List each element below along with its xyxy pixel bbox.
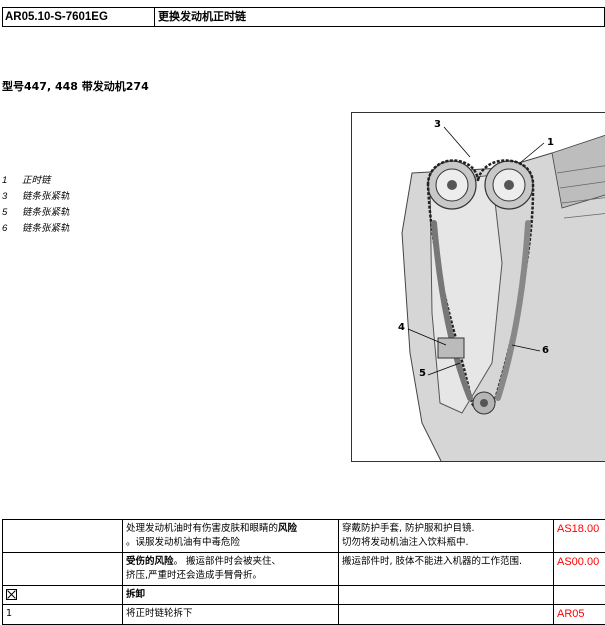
legend-item: 5 链条张紧轨: [2, 205, 70, 221]
measure-text: 搬运部件时, 肢体不能进入机器的工作范围.: [342, 556, 522, 567]
table-row: 拆卸: [3, 586, 605, 605]
reference-link[interactable]: AS00.00: [557, 556, 599, 568]
hazard-text: 。误服发动机油有中毒危险: [126, 537, 240, 548]
row-icon-cell: [3, 553, 123, 586]
document-code: AR05.10-S-7601EG: [3, 8, 155, 26]
callout-label: 1: [547, 137, 554, 148]
measure-text: 切勿将发动机油注入饮料瓶中.: [342, 537, 469, 548]
empty-cell: [339, 605, 554, 625]
legend-number: 6: [2, 221, 22, 237]
section-icon-cell: [3, 586, 123, 605]
legend-label: 正时链: [22, 173, 51, 189]
reference-cell: AS00.00: [554, 553, 605, 586]
reference-link[interactable]: AS18.00: [557, 523, 599, 535]
document-title: 更换发动机正时链: [155, 8, 246, 26]
figure-legend: 1 正时链 3 链条张紧轨 5 链条张紧轨 6 链条张紧轨: [2, 173, 70, 237]
model-line: 型号447, 448 带发动机274: [2, 78, 149, 94]
hazard-risk-word: 受伤的风险: [126, 556, 174, 567]
hazard-cell: 受伤的风险。 搬运部件时会被夹住、 挤压,严重时还会造成手臂骨折。: [123, 553, 339, 586]
legend-item: 6 链条张紧轨: [2, 221, 70, 237]
hazard-risk-word: 风险: [278, 523, 297, 534]
callout-label: 5: [419, 368, 426, 379]
hazard-text: 。 搬运部件时会被夹住、: [174, 556, 282, 567]
legend-label: 链条张紧轨: [22, 189, 70, 205]
step-text: 将正时链轮拆下: [123, 605, 339, 625]
reference-link[interactable]: AR05: [557, 608, 585, 620]
hazard-cell: 处理发动机油时有伤害皮肤和眼睛的风险 。误服发动机油有中毒危险: [123, 520, 339, 553]
reference-cell: AR05: [554, 605, 605, 625]
table-row: 1 将正时链轮拆下 AR05: [3, 605, 605, 625]
empty-cell: [339, 586, 554, 605]
measure-text: 穿戴防护手套, 防护服和护目镜.: [342, 523, 475, 534]
callout-label: 3: [434, 119, 441, 130]
legend-label: 链条张紧轨: [22, 205, 70, 221]
reference-cell: AS18.00: [554, 520, 605, 553]
legend-label: 链条张紧轨: [22, 221, 70, 237]
legend-item: 3 链条张紧轨: [2, 189, 70, 205]
table-row: 处理发动机油时有伤害皮肤和眼睛的风险 。误服发动机油有中毒危险 穿戴防护手套, …: [3, 520, 605, 553]
section-label: 拆卸: [123, 586, 339, 605]
hazard-text: 挤压,严重时还会造成手臂骨折。: [126, 570, 262, 581]
remove-icon: [6, 589, 17, 600]
engine-illustration: [352, 113, 605, 462]
hazard-text: 处理发动机油时有伤害皮肤和眼睛的: [126, 523, 278, 534]
legend-number: 5: [2, 205, 22, 221]
table-row: 受伤的风险。 搬运部件时会被夹住、 挤压,严重时还会造成手臂骨折。 搬运部件时,…: [3, 553, 605, 586]
callout-label: 4: [398, 322, 405, 333]
legend-number: 1: [2, 173, 22, 189]
document-header: AR05.10-S-7601EG 更换发动机正时链: [2, 7, 605, 27]
empty-cell: [554, 586, 605, 605]
callout-label: 6: [542, 345, 549, 356]
measure-cell: 穿戴防护手套, 防护服和护目镜. 切勿将发动机油注入饮料瓶中.: [339, 520, 554, 553]
row-icon-cell: [3, 520, 123, 553]
measure-cell: 搬运部件时, 肢体不能进入机器的工作范围.: [339, 553, 554, 586]
legend-item: 1 正时链: [2, 173, 70, 189]
step-number: 1: [3, 605, 123, 625]
engine-timing-chain-figure: 3 1 4 5 6: [351, 112, 605, 462]
safety-table: 处理发动机油时有伤害皮肤和眼睛的风险 。误服发动机油有中毒危险 穿戴防护手套, …: [2, 519, 605, 625]
legend-number: 3: [2, 189, 22, 205]
